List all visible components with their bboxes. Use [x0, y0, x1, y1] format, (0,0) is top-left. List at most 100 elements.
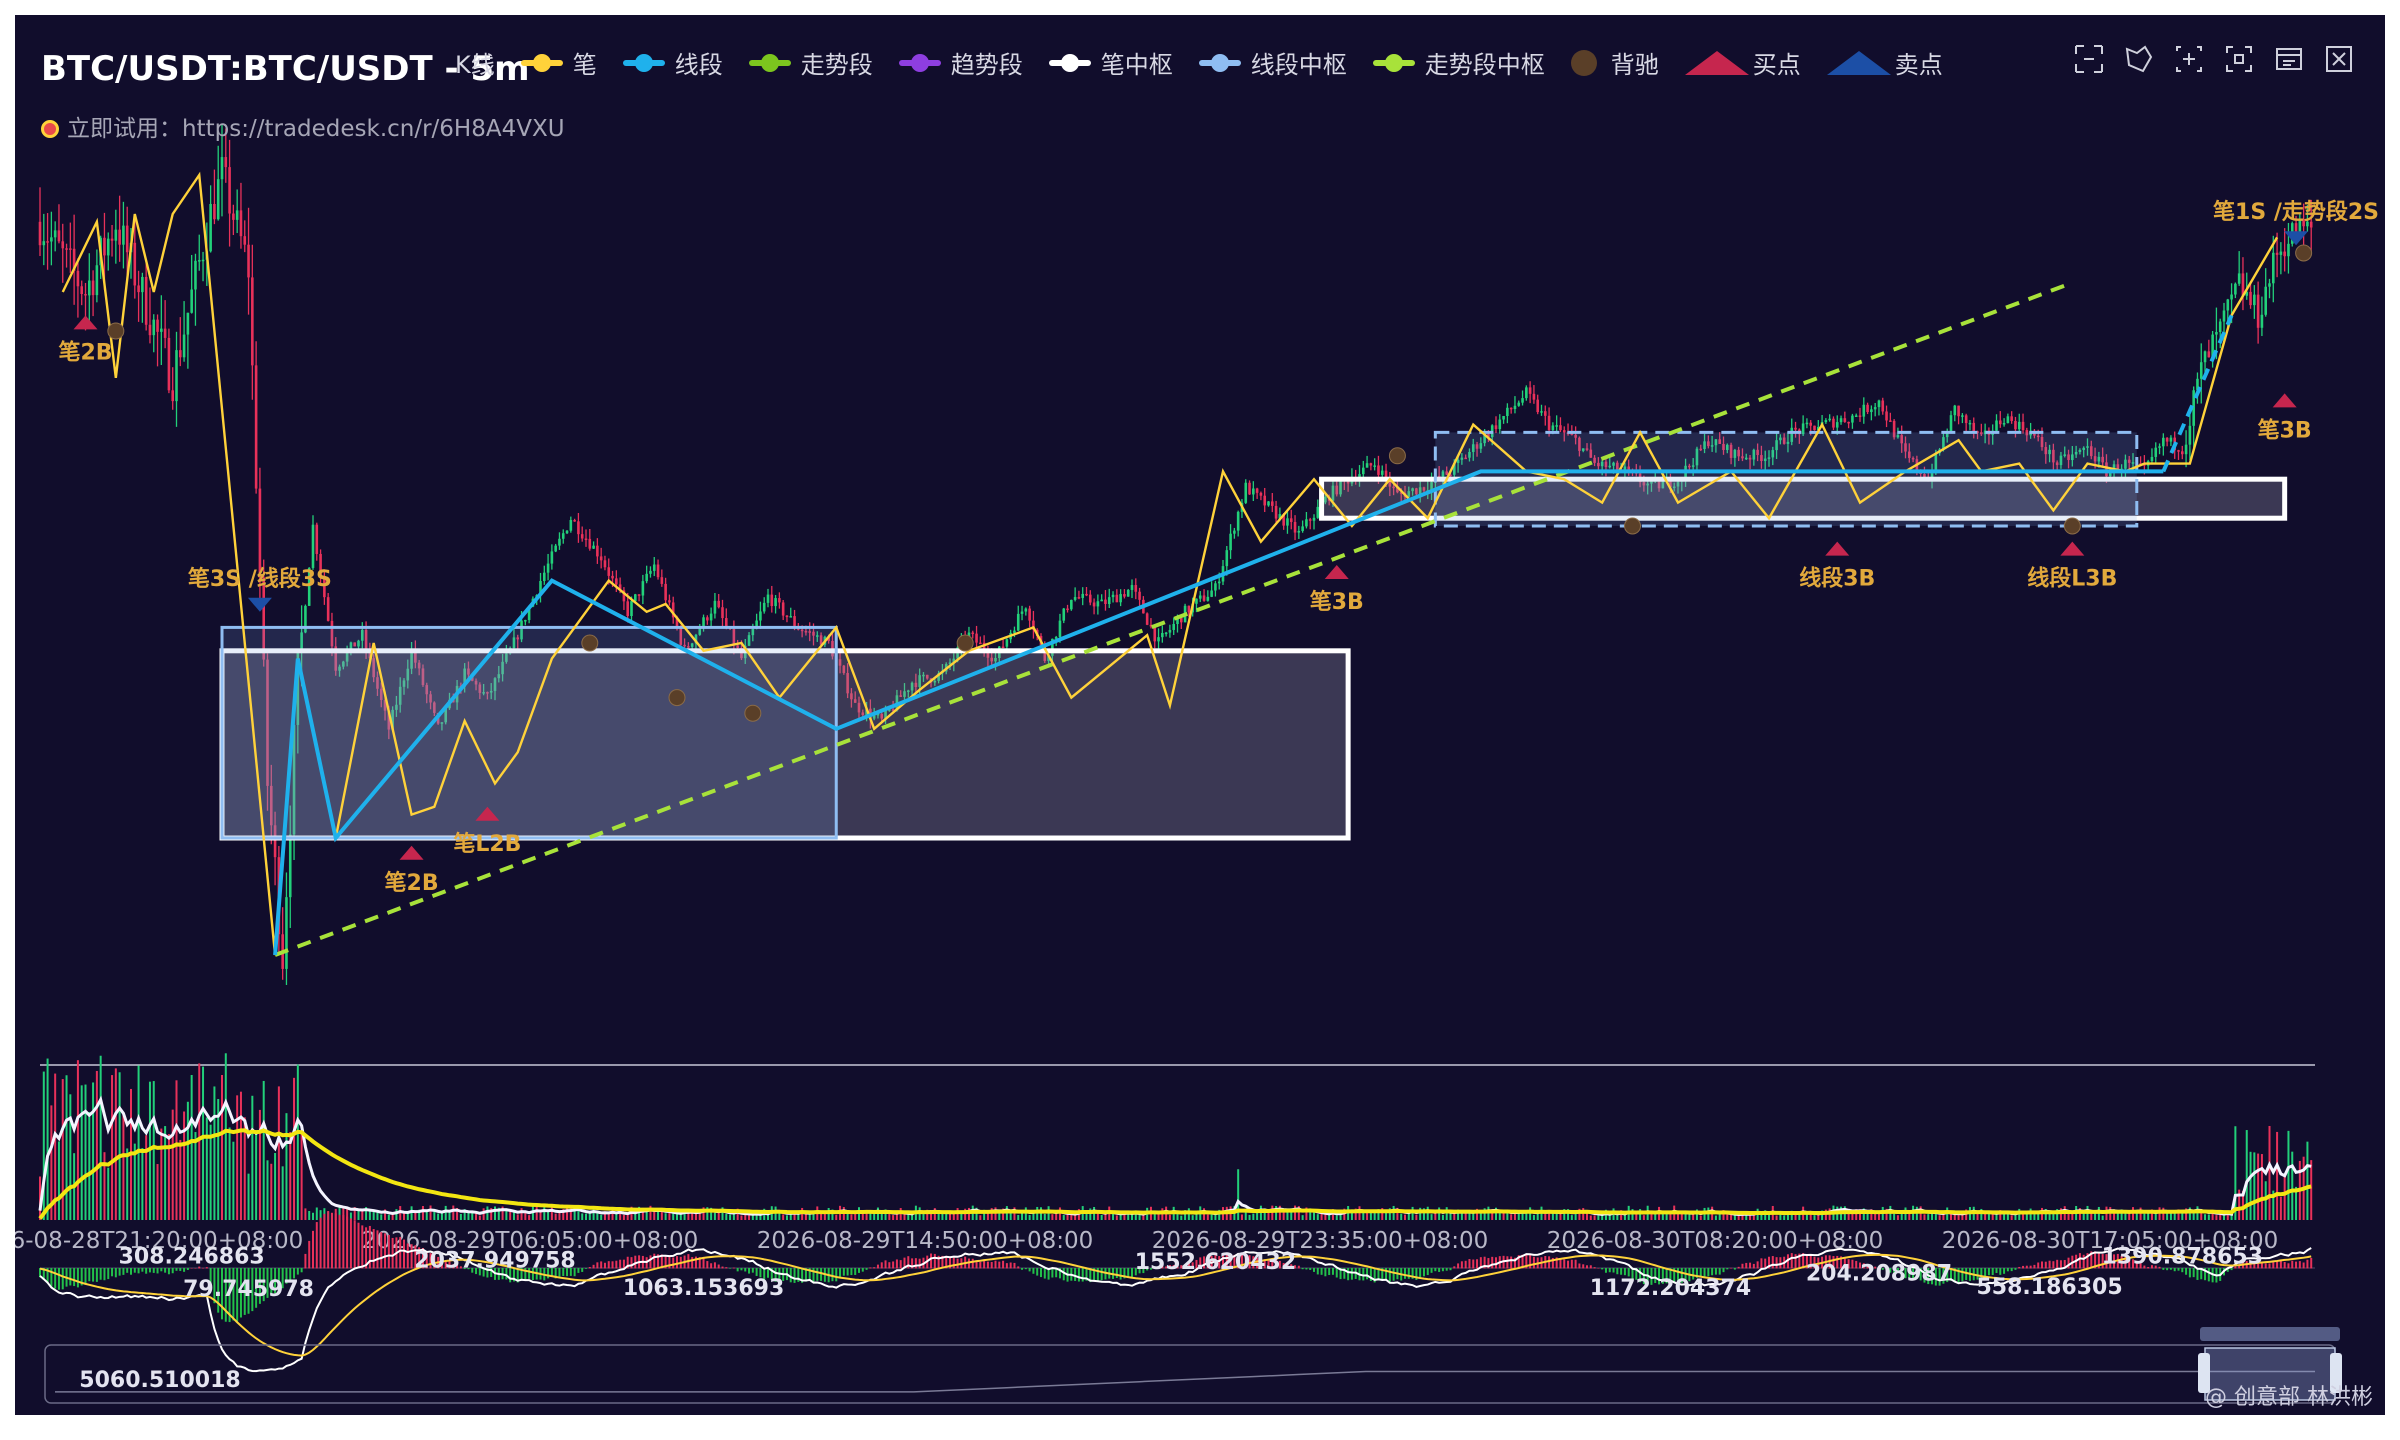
macd-bar — [406, 1243, 409, 1269]
candle-body — [216, 179, 220, 220]
fullscreen-icon[interactable] — [2223, 43, 2255, 75]
candle-body — [762, 602, 766, 612]
macd-bar — [1081, 1268, 1084, 1282]
trial-link[interactable]: 立即试用：https://tradedesk.cn/r/6H8A4VXU — [41, 109, 565, 143]
macd-bar — [998, 1261, 1001, 1269]
macd-bar — [585, 1268, 587, 1269]
macd-bar — [751, 1268, 754, 1273]
legend: K线 笔 线段 走势段 趋势段 笔中枢 线段中枢 走势段中枢 背驰 买点 卖点 — [455, 45, 1969, 80]
volume-bar — [459, 1213, 462, 1220]
macd-bar — [73, 1268, 76, 1287]
volume-bar — [1017, 1214, 1020, 1220]
legend-item[interactable]: 线段 — [622, 45, 723, 80]
volume-bar — [1415, 1214, 1418, 1220]
candle-body — [2017, 421, 2021, 430]
legend-swatch — [748, 53, 791, 72]
legend-item[interactable]: 笔 — [520, 45, 597, 80]
datazoom-preview[interactable] — [55, 1370, 2315, 1393]
volume-bar — [2154, 1214, 2157, 1220]
datazoom-track[interactable] — [44, 1344, 2336, 1404]
macd-bar — [918, 1258, 921, 1269]
macd-bar — [1017, 1266, 1020, 1269]
buy-signal-marker — [399, 845, 424, 860]
macd-bar — [2207, 1268, 2210, 1282]
legend-item[interactable]: 趋势段 — [898, 45, 1023, 80]
macd-value-label: 308.246863 — [119, 1245, 265, 1270]
macd-bar — [1445, 1268, 1448, 1271]
candle-body — [724, 618, 728, 627]
macd-bar — [1366, 1268, 1369, 1280]
macd-bar — [1313, 1268, 1315, 1272]
data-view-icon[interactable] — [2273, 43, 2305, 75]
volume-bar — [1062, 1214, 1065, 1220]
candle-body — [1016, 613, 1020, 631]
candle-body — [759, 611, 762, 621]
macd-bar — [755, 1268, 758, 1276]
volume-bar — [1927, 1214, 1930, 1220]
volume-bar — [2264, 1181, 2267, 1220]
macd-bar — [296, 1268, 299, 1275]
volume-bar — [2260, 1154, 2263, 1220]
legend-item[interactable]: 卖点 — [1826, 45, 1943, 80]
macd-bar — [1077, 1268, 1080, 1282]
candle-body — [160, 328, 163, 332]
candle-body — [649, 570, 652, 574]
macd-bar — [990, 1261, 993, 1269]
candle-body — [1308, 519, 1312, 521]
candle-body — [65, 248, 68, 250]
legend-item[interactable]: 走势段 — [748, 45, 873, 80]
volume-bar — [2310, 1160, 2313, 1220]
rect-zoom-icon[interactable] — [2073, 43, 2105, 75]
legend-item[interactable]: K线 — [455, 45, 495, 80]
macd-bar — [1320, 1268, 1323, 1275]
candle-body — [1301, 526, 1304, 531]
volume-bar — [1100, 1214, 1103, 1220]
candle-body — [1157, 637, 1160, 642]
candle-body — [1255, 488, 1259, 493]
macd-bar — [1404, 1268, 1406, 1279]
candle-body — [1062, 608, 1066, 621]
macd-value-label: 2037.949758 — [414, 1249, 575, 1274]
macd-bar — [2276, 1261, 2279, 1269]
legend-item[interactable]: 买点 — [1684, 45, 1801, 80]
legend-item[interactable]: 背驰 — [1570, 45, 1659, 80]
macd-bar — [1790, 1253, 1793, 1269]
volume-bar — [1051, 1214, 1054, 1220]
candle-body — [569, 520, 573, 531]
macd-bar — [103, 1268, 106, 1281]
clear-select-icon[interactable] — [2323, 43, 2355, 75]
macd-bar — [2082, 1254, 2085, 1269]
legend-label: 笔 — [572, 51, 597, 79]
candle-body — [542, 572, 546, 581]
keep-select-icon[interactable] — [2173, 43, 2205, 75]
volume-bar — [315, 1207, 318, 1220]
lasso-select-icon[interactable] — [2123, 43, 2155, 75]
candle-body — [2279, 251, 2283, 255]
legend-item[interactable]: 笔中枢 — [1048, 45, 1173, 80]
volume-bars — [39, 1053, 2313, 1220]
volume-bar — [2162, 1207, 2165, 1220]
legend-item[interactable]: 线段中枢 — [1198, 45, 1347, 80]
candle-body — [2256, 294, 2260, 328]
oscillator-min-label: 5060.510018 — [79, 1368, 240, 1393]
volume-bar — [1544, 1214, 1547, 1220]
legend-item[interactable]: 走势段中枢 — [1372, 45, 1545, 80]
macd-bar — [1441, 1268, 1444, 1272]
volume-bar — [1248, 1214, 1251, 1220]
candle-body — [546, 563, 550, 573]
legend-label: 卖点 — [1894, 51, 1943, 79]
datazoom-top-handle[interactable] — [2200, 1327, 2340, 1341]
macd-bar — [1419, 1268, 1422, 1279]
macd-bar — [1711, 1268, 1714, 1276]
macd-bar — [327, 1210, 330, 1269]
candle-body — [137, 285, 140, 293]
candle-body — [156, 319, 159, 332]
candle-body — [1119, 594, 1122, 603]
candle-body — [1805, 422, 1809, 425]
candle-body — [1851, 415, 1854, 423]
volume-bar — [585, 1213, 587, 1220]
macd-bar — [717, 1264, 720, 1269]
macd-bar — [365, 1227, 368, 1269]
macd-bar — [1324, 1268, 1327, 1277]
candle-body — [1081, 593, 1085, 598]
